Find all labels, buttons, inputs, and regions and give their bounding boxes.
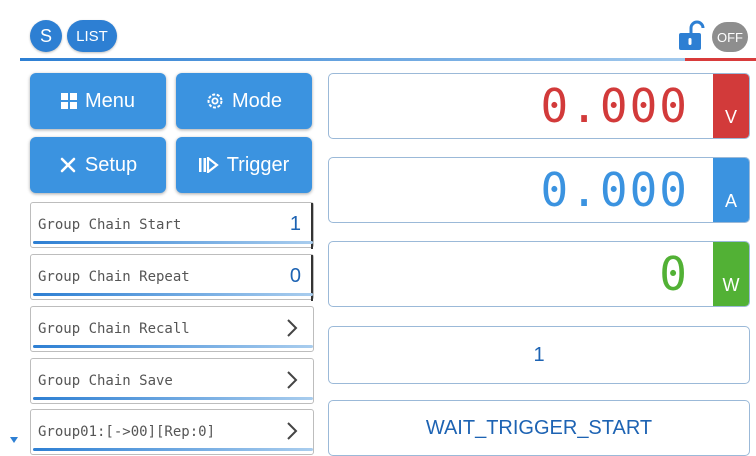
list-item-value: 0 (289, 265, 301, 287)
trigger-button-label: Trigger (226, 153, 290, 176)
status-display: WAIT_TRIGGER_START (328, 400, 750, 456)
row-underline (33, 241, 313, 244)
play-pause-icon (198, 157, 219, 173)
header-divider (20, 58, 720, 61)
step-display-value: 1 (533, 343, 545, 366)
list-item-value: 1 (289, 213, 301, 235)
status-display-text: WAIT_TRIGGER_START (425, 416, 653, 439)
power-unit: W (722, 275, 740, 295)
list-item-group-chain-repeat[interactable]: Group Chain Repeat 0 (30, 254, 314, 301)
row-underline (33, 448, 313, 451)
menu-button[interactable]: Menu (30, 73, 166, 129)
trigger-button[interactable]: Trigger (176, 137, 312, 193)
list-item-label: Group Chain Save (38, 373, 173, 389)
list-item-group01[interactable]: Group01:[->00][Rep:0] (30, 409, 314, 455)
setup-button[interactable]: Setup (30, 137, 166, 193)
voltage-unit: V (724, 107, 737, 127)
list-item-label: Group01:[->00][Rep:0] (38, 424, 216, 440)
list-item-group-chain-save[interactable]: Group Chain Save (30, 358, 314, 404)
current-unit: A (724, 191, 737, 211)
power-readout[interactable]: 0 W (328, 241, 750, 307)
chevron-right-icon (287, 422, 298, 440)
row-underline (33, 345, 313, 348)
unlock-icon[interactable] (676, 19, 706, 51)
power-unit-badge: W (713, 242, 749, 306)
current-unit-badge: A (713, 158, 749, 222)
scroll-down-icon[interactable] (10, 437, 18, 443)
tools-icon (59, 156, 77, 174)
list-item-group-chain-start[interactable]: Group Chain Start 1 (30, 202, 314, 249)
header-divider-red (685, 58, 756, 61)
row-underline (33, 397, 313, 400)
mode-button[interactable]: Mode (176, 73, 312, 129)
step-display: 1 (328, 326, 750, 384)
list-item-group-chain-recall[interactable]: Group Chain Recall (30, 306, 314, 352)
output-off-label: OFF (717, 29, 743, 45)
list-item-label: Group Chain Recall (38, 321, 190, 337)
voltage-value: 0.000 (540, 79, 689, 133)
list-mode-badge[interactable]: LIST (67, 20, 117, 52)
chevron-right-icon (287, 371, 298, 389)
list-item-label: Group Chain Repeat (38, 269, 190, 285)
current-value: 0.000 (540, 163, 689, 217)
mode-button-label: Mode (231, 89, 283, 112)
voltage-unit-badge: V (713, 74, 749, 138)
source-mode-badge[interactable]: S (30, 20, 62, 52)
output-off-badge[interactable]: OFF (712, 22, 748, 52)
menu-button-label: Menu (84, 89, 136, 112)
power-value: 0 (659, 247, 689, 301)
source-mode-label: S (39, 25, 52, 46)
gear-icon (206, 92, 224, 110)
chevron-right-icon (287, 319, 298, 337)
list-item-label: Group Chain Start (38, 217, 182, 233)
top-bar: S LIST OFF (0, 0, 756, 61)
row-underline (33, 293, 313, 296)
current-readout[interactable]: 0.000 A (328, 157, 750, 223)
setup-button-label: Setup (84, 153, 138, 176)
grid-icon (60, 93, 77, 109)
voltage-readout[interactable]: 0.000 V (328, 73, 750, 139)
list-mode-label: LIST (76, 27, 108, 45)
